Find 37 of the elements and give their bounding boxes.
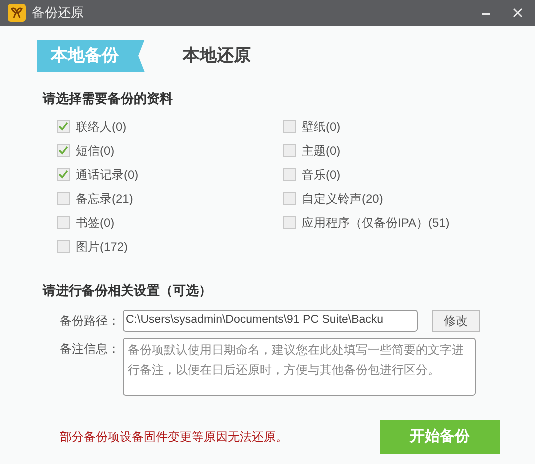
checkbox[interactable] xyxy=(57,120,70,133)
note-field[interactable]: 备份项默认使用日期命名，建议您在此处填写一些简要的文字进行备注，以便在日后还原时，方便与其他备份包进行区分。 xyxy=(123,338,476,396)
app-logo-icon xyxy=(8,4,26,22)
checkbox[interactable] xyxy=(283,144,296,157)
section-heading: 请选择需要备份的资料 xyxy=(43,90,174,108)
checkbox[interactable] xyxy=(57,240,70,253)
checkbox-label: 备忘录(21) xyxy=(76,190,134,208)
tab[interactable]: 本地还原 xyxy=(183,40,291,72)
check-icon xyxy=(58,121,69,132)
window-title: 备份还原 xyxy=(32,4,84,22)
checkbox-label: 自定义铃声(20) xyxy=(302,190,384,208)
checkbox-label: 短信(0) xyxy=(76,142,115,160)
checkbox-label: 音乐(0) xyxy=(302,166,341,184)
checkbox-label: 书签(0) xyxy=(76,214,115,232)
path-field[interactable]: C:\Users\sysadmin\Documents\91 PC Suite\Backu xyxy=(123,310,418,332)
close-icon[interactable] xyxy=(513,8,523,18)
checkbox-label: 主题(0) xyxy=(302,142,341,160)
checkbox[interactable] xyxy=(283,216,296,229)
checkbox-label: 图片(172) xyxy=(76,238,128,256)
checkbox[interactable] xyxy=(283,192,296,205)
checkbox-label: 联络人(0) xyxy=(76,118,127,136)
check-icon xyxy=(58,145,69,156)
field-label: 备注信息： xyxy=(60,341,121,358)
checkbox-label: 壁纸(0) xyxy=(302,118,341,136)
checkbox[interactable] xyxy=(57,168,70,181)
section-heading: 请进行备份相关设置（可选） xyxy=(43,282,213,300)
warning-text: 部分备份项设备固件变更等原因无法还原。 xyxy=(60,429,288,446)
checkbox[interactable] xyxy=(57,216,70,229)
checkbox-label: 通话记录(0) xyxy=(76,166,139,184)
field-label: 备份路径： xyxy=(60,313,121,330)
checkbox[interactable] xyxy=(283,168,296,181)
check-icon xyxy=(58,169,69,180)
checkbox[interactable] xyxy=(283,120,296,133)
checkbox[interactable] xyxy=(57,144,70,157)
checkbox-label: 应用程序（仅备份IPA）(51) xyxy=(302,214,450,232)
checkbox[interactable] xyxy=(57,192,70,205)
change-button[interactable]: 修改 xyxy=(432,310,480,332)
